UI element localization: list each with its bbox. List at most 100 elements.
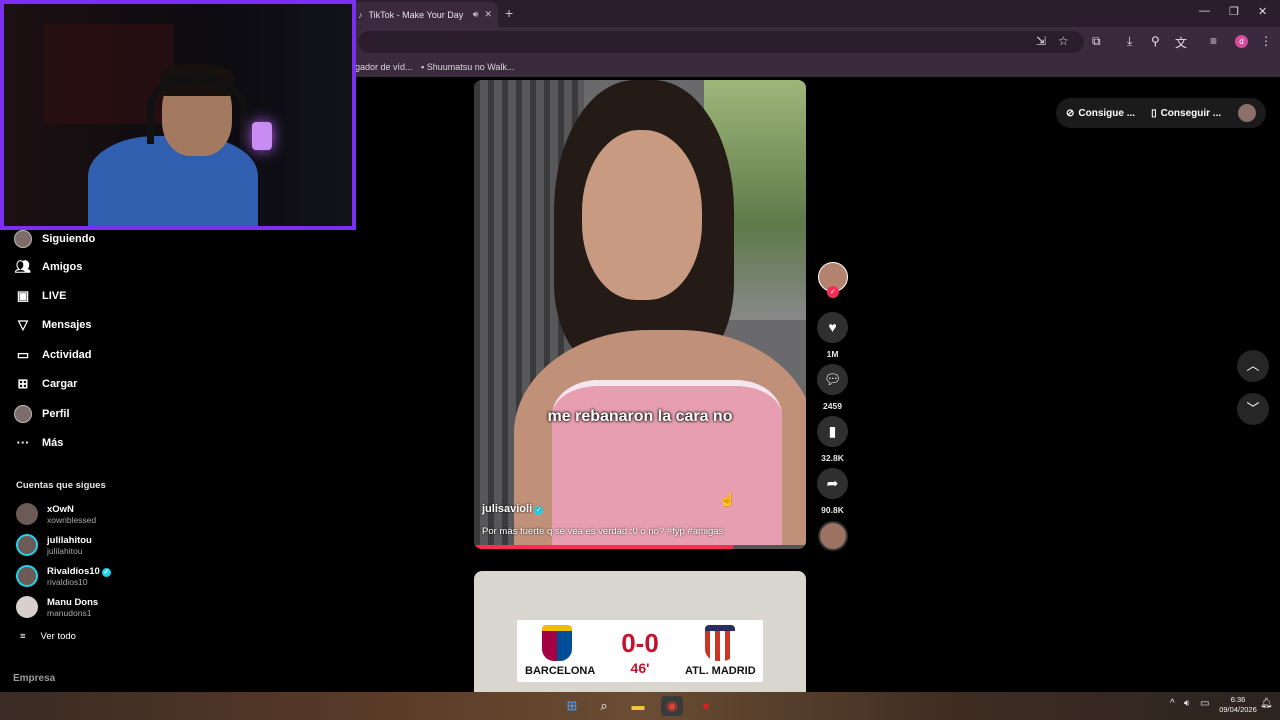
following-handle: julilahitou <box>47 545 83 556</box>
extension-icon[interactable]: ⚲ <box>1151 34 1160 48</box>
translate-icon[interactable]: 文 <box>1175 34 1187 51</box>
video-username[interactable]: julisavioli ✓ <box>482 503 544 515</box>
get-coins-button[interactable]: ⊘ Consigue ... <box>1066 108 1135 119</box>
share-button[interactable]: ➦ <box>817 468 848 499</box>
coin-icon: ⊘ <box>1066 107 1075 119</box>
phone-icon: ▯ <box>1151 107 1157 119</box>
browser-menu-icon[interactable]: ⋮ <box>1260 34 1272 48</box>
video-subject-top <box>552 380 782 549</box>
avatar-icon <box>14 230 32 248</box>
sidebar-item-label: LIVE <box>42 290 67 302</box>
sidebar-item-mas[interactable]: ··· Más <box>14 435 64 450</box>
start-icon[interactable]: ⊞ <box>561 696 583 716</box>
window-close-icon[interactable]: ✕ <box>1258 5 1267 18</box>
minimize-icon[interactable]: — <box>1199 5 1210 17</box>
company-section-title: Empresa <box>13 673 56 684</box>
volume-icon[interactable]: 🔉︎ <box>1184 698 1190 709</box>
sidebar-item-label: Mensajes <box>42 319 92 331</box>
following-item-manu-dons[interactable]: Manu Dons manudons1 <box>16 596 98 618</box>
following-name: Manu Dons <box>47 596 99 608</box>
user-avatar[interactable] <box>1238 104 1256 122</box>
clock-date: 09/04/2026 <box>1219 705 1257 714</box>
messages-icon: ▽ <box>18 317 28 332</box>
bookmark-item[interactable]: ▪ Shuumatsu no Walk... <box>421 62 514 72</box>
profile-icon <box>14 405 32 423</box>
network-icon[interactable]: ▭ <box>1200 698 1209 709</box>
sidebar-item-label: Amigos <box>42 261 83 273</box>
next-video[interactable]: 0-0 46' BARCELONA ATL. MADRID <box>474 571 806 696</box>
following-item-xown[interactable]: xOwN xownblessed <box>16 503 96 525</box>
sidebar-item-label: Cargar <box>42 378 78 390</box>
file-explorer-icon[interactable]: ▬ <box>627 696 649 716</box>
sidebar-item-cargar[interactable]: ⊞ Cargar <box>14 376 78 392</box>
tray-chevron-icon[interactable]: ^ <box>1170 698 1175 709</box>
verified-icon: ✓ <box>101 567 111 577</box>
match-minute: 46' <box>630 660 650 676</box>
sidebar-item-mensajes[interactable]: ▽ Mensajes <box>14 317 92 333</box>
sidebar-item-siguiendo[interactable]: Siguiendo <box>14 230 95 248</box>
notification-icon[interactable]: 🔔︎ <box>1260 698 1273 709</box>
sidebar-item-amigos[interactable]: 👥︎ Amigos <box>14 259 83 275</box>
sidebar-item-perfil[interactable]: Perfil <box>14 405 70 423</box>
bookmark-icon: ▮ <box>828 423 837 439</box>
share-icon: ➦ <box>826 475 839 491</box>
app-icon[interactable]: ● <box>695 696 717 716</box>
see-all-button[interactable]: ≡ Ver todo <box>20 631 76 642</box>
audio-playing-icon[interactable]: 🔊︎ <box>473 9 479 20</box>
bookmark-item[interactable]: gador de víd... <box>355 62 413 72</box>
follow-check-icon[interactable]: ✓ <box>827 286 839 298</box>
extensions-icon[interactable]: ⧉ <box>1092 34 1101 49</box>
sound-disc[interactable] <box>818 521 848 551</box>
next-video-button[interactable]: ﹀ <box>1237 393 1269 425</box>
following-name: xOwN <box>47 503 74 515</box>
tab-close-icon[interactable]: ✕ <box>484 9 492 20</box>
barcelona-crest-icon <box>542 625 572 661</box>
following-item-rivaldios10[interactable]: Rivaldios10 ✓ rivaldios10 <box>16 565 111 587</box>
following-section-title: Cuentas que sigues <box>16 480 106 491</box>
sidebar-item-actividad[interactable]: ▭ Actividad <box>14 347 92 363</box>
sidebar-item-label: Más <box>42 436 64 449</box>
live-icon: ▣ <box>16 288 30 303</box>
previous-video-button[interactable]: ︿ <box>1237 350 1269 382</box>
save-button[interactable]: ▮ <box>817 416 848 447</box>
sidebar-item-live[interactable]: ▣ LIVE <box>14 288 67 304</box>
media-control-icon[interactable]: ≡ <box>1210 34 1217 48</box>
sidebar-item-label: Perfil <box>42 408 70 420</box>
comment-icon: 💬︎ <box>823 371 842 387</box>
new-tab-button[interactable]: + <box>505 5 513 21</box>
profile-avatar[interactable]: d <box>1235 35 1248 48</box>
away-team: ATL. MADRID <box>685 665 756 677</box>
download-icon[interactable]: ⤓ <box>1127 34 1132 49</box>
activity-icon: ▭ <box>16 347 30 362</box>
get-app-button[interactable]: ▯ Conseguir ... <box>1151 108 1221 119</box>
like-count: 1M <box>826 349 839 359</box>
clock-time: 6:36 <box>1230 695 1246 704</box>
following-item-julilahitou[interactable]: julilahitou julilahitou <box>16 534 92 556</box>
following-handle: manudons1 <box>47 607 92 618</box>
following-handle: xownblessed <box>47 514 97 525</box>
restore-icon[interactable]: ❐ <box>1229 5 1239 18</box>
chrome-icon[interactable]: ◉ <box>661 696 683 716</box>
heart-icon: ♥ <box>828 319 837 335</box>
like-button[interactable]: ♥ <box>817 312 848 343</box>
comment-count: 2459 <box>823 401 842 411</box>
tab-title: TikTok - Make Your Day <box>368 9 464 20</box>
top-actions: ⊘ Consigue ... ▯ Conseguir ... <box>1056 98 1266 128</box>
avatar <box>16 596 38 618</box>
search-icon[interactable]: ⌕ <box>593 696 615 716</box>
video-player[interactable]: me rebanaron la cara no julisavioli ✓ Por… <box>474 80 806 549</box>
friends-icon: 👥︎ <box>14 259 32 274</box>
tiktok-favicon-icon: ♪ <box>358 9 363 20</box>
taskbar-clock[interactable]: 6:36 09/04/2026 <box>1214 695 1262 715</box>
browser-tab[interactable]: ♪ TikTok - Make Your Day 🔊︎ ✕ <box>352 2 498 27</box>
omnibox[interactable] <box>358 31 1084 53</box>
bookmark-star-icon[interactable]: ☆ <box>1058 34 1069 48</box>
install-app-icon[interactable]: ⇲ <box>1036 34 1046 48</box>
scoreboard: 0-0 46' BARCELONA ATL. MADRID <box>517 620 763 682</box>
list-icon: ≡ <box>20 631 26 642</box>
video-description: Por más fuerte q se vea es verdad :0 o n… <box>482 526 724 537</box>
chevron-up-icon: ︿ <box>1246 358 1260 373</box>
video-progress-bar[interactable] <box>474 545 806 549</box>
desk-lamp <box>252 122 272 150</box>
comment-button[interactable]: 💬︎ <box>817 364 848 395</box>
